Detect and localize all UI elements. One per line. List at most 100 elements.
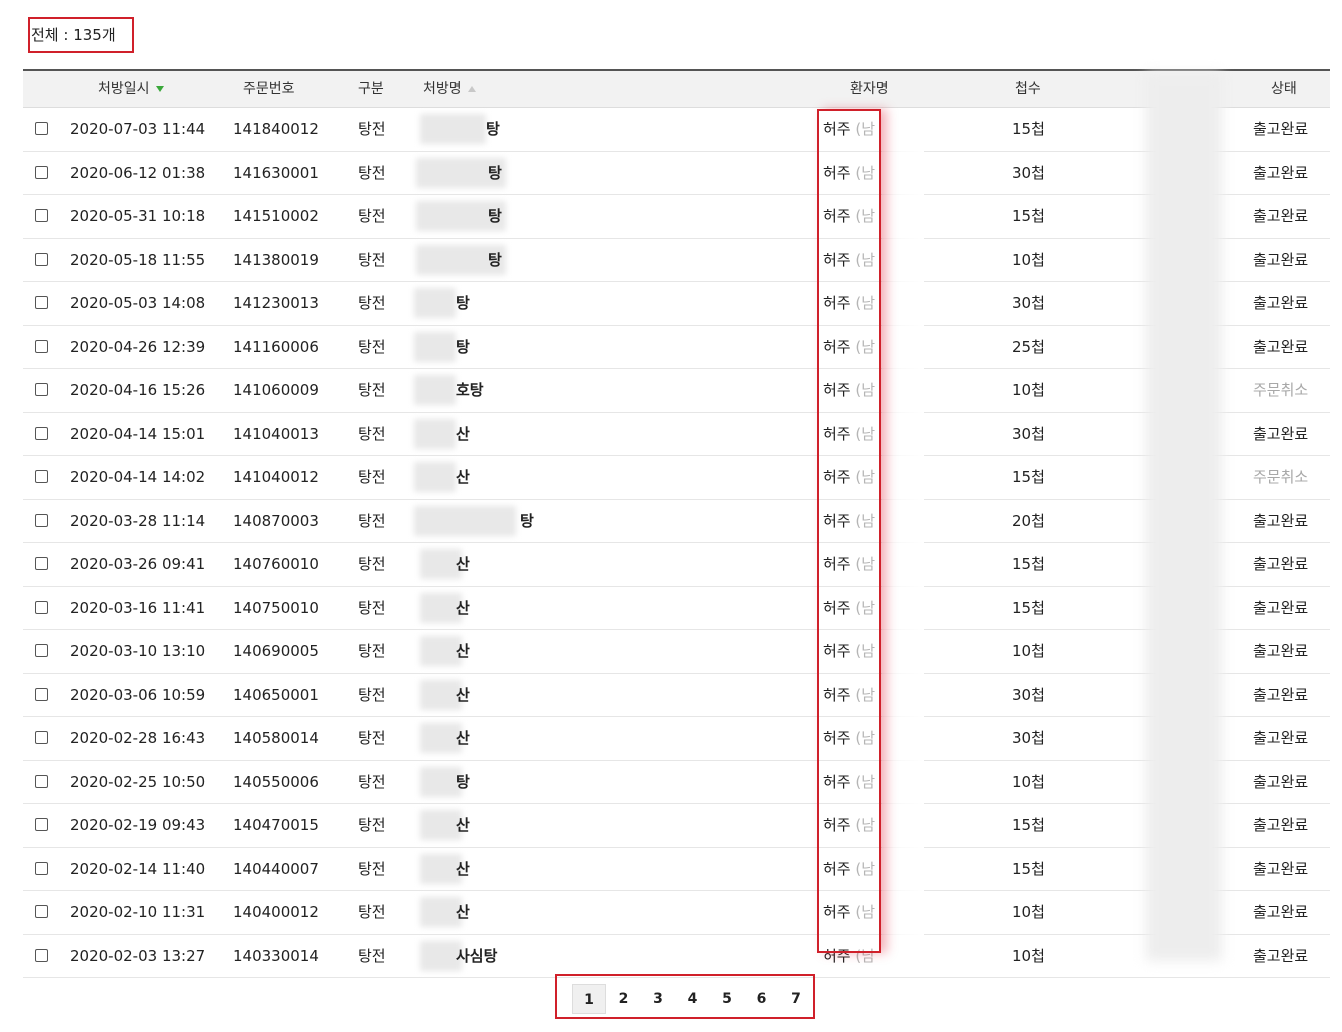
- redacted-column: [1146, 73, 1222, 961]
- row-prescription[interactable]: 산: [456, 456, 470, 498]
- table-row[interactable]: 2020-04-26 12:39 141160006 탕전 탕 허주 (남 25첩 출고완료: [23, 326, 1330, 369]
- table-row[interactable]: 2020-03-10 13:10 140690005 탕전 산 허주 (남 10첩 출고완료: [23, 630, 1330, 674]
- row-prescription[interactable]: 탕: [486, 108, 500, 150]
- row-checkbox[interactable]: [35, 470, 48, 483]
- table-row[interactable]: 2020-02-10 11:31 140400012 탕전 산 허주 (남 10첩 출고완료: [23, 891, 1330, 935]
- row-prescription[interactable]: 호탕: [456, 369, 484, 411]
- header-date-sort[interactable]: 처방일시: [98, 71, 164, 107]
- row-checkbox[interactable]: [35, 774, 48, 788]
- row-prescription[interactable]: 산: [456, 848, 470, 890]
- row-type: 탕전: [358, 468, 386, 486]
- row-prescription[interactable]: 산: [456, 543, 470, 585]
- row-type: 탕전: [358, 685, 386, 704]
- row-prescription[interactable]: 산: [456, 674, 470, 716]
- row-checkbox[interactable]: [35, 165, 48, 179]
- row-checkbox[interactable]: [35, 861, 48, 875]
- table-row[interactable]: 2020-03-26 09:41 140760010 탕전 산 허주 (남 15첩 출고완료: [23, 543, 1330, 587]
- row-status: 주문취소: [1253, 381, 1309, 399]
- row-prescription[interactable]: 탕: [456, 761, 470, 803]
- row-prescription[interactable]: 탕: [488, 152, 502, 194]
- row-order-no: 140690005: [233, 642, 319, 660]
- row-prescription[interactable]: 산: [456, 891, 470, 933]
- row-checkbox[interactable]: [35, 948, 48, 962]
- row-checkbox[interactable]: [35, 383, 48, 396]
- row-chupsu: 20첩: [1012, 511, 1045, 530]
- table-row[interactable]: 2020-05-03 14:08 141230013 탕전 탕 허주 (남 30첩 출고완료: [23, 282, 1330, 326]
- row-prescription[interactable]: 산: [456, 413, 470, 455]
- row-checkbox[interactable]: [35, 513, 48, 527]
- row-prescription[interactable]: 산: [456, 630, 470, 672]
- table-row[interactable]: 2020-05-18 11:55 141380019 탕전 탕 허주 (남 10첩 출고완료: [23, 239, 1330, 282]
- row-prescription[interactable]: 산: [456, 717, 470, 759]
- page-5[interactable]: 5: [710, 984, 744, 1014]
- row-order-no: 140870003: [233, 511, 319, 530]
- row-type: 탕전: [358, 946, 386, 965]
- row-checkbox[interactable]: [35, 818, 48, 831]
- row-order-no: 140750010: [233, 598, 319, 617]
- table-row[interactable]: 2020-03-16 11:41 140750010 탕전 산 허주 (남 15첩 출고완료: [23, 587, 1330, 630]
- row-order-no: 141510002: [233, 207, 319, 225]
- table-row[interactable]: 2020-04-14 15:01 141040013 탕전 산 허주 (남 30첩 출고완료: [23, 413, 1330, 456]
- row-checkbox[interactable]: [35, 339, 48, 353]
- table-row[interactable]: 2020-03-28 11:14 140870003 탕전 탕 허주 (남 20첩 출고완료: [23, 500, 1330, 543]
- row-prescription[interactable]: 탕: [456, 326, 470, 368]
- redacted-prescription: [414, 331, 456, 362]
- table-row[interactable]: 2020-04-14 14:02 141040012 탕전 산 허주 (남 15첩 주문취소: [23, 456, 1330, 500]
- table-row[interactable]: 2020-04-16 15:26 141060009 탕전 호탕 허주 (남 10첩 주문취…: [23, 369, 1330, 413]
- table-row[interactable]: 2020-05-31 10:18 141510002 탕전 탕 허주 (남 15첩 출고완료: [23, 195, 1330, 239]
- row-date: 2020-02-10 11:31: [70, 903, 206, 921]
- table-row[interactable]: 2020-02-14 11:40 140440007 탕전 산 허주 (남 15첩 출고완료: [23, 848, 1330, 891]
- row-checkbox[interactable]: [35, 122, 48, 135]
- redacted-prescription: [414, 375, 456, 405]
- row-type: 탕전: [358, 772, 386, 791]
- row-checkbox[interactable]: [35, 296, 48, 309]
- row-status: 출고완료: [1253, 250, 1309, 269]
- row-status: 출고완료: [1253, 598, 1309, 617]
- row-prescription[interactable]: 탕: [488, 239, 502, 281]
- row-chupsu: 15첩: [1012, 468, 1045, 486]
- row-order-no: 140550006: [233, 772, 319, 791]
- table-row[interactable]: 2020-03-06 10:59 140650001 탕전 산 허주 (남 30첩 출고완료: [23, 674, 1330, 717]
- row-chupsu: 25첩: [1012, 337, 1045, 356]
- row-status: 출고완료: [1253, 424, 1309, 443]
- row-prescription[interactable]: 산: [456, 587, 470, 629]
- row-chupsu: 10첩: [1012, 250, 1045, 269]
- table-row[interactable]: 2020-02-19 09:43 140470015 탕전 산 허주 (남 15첩 출고완료: [23, 804, 1330, 848]
- row-prescription[interactable]: 산: [456, 804, 470, 846]
- row-prescription[interactable]: 사심탕: [456, 935, 497, 977]
- row-prescription[interactable]: 탕: [520, 500, 534, 542]
- table-row[interactable]: 2020-02-25 10:50 140550006 탕전 탕 허주 (남 10첩 출고완료: [23, 761, 1330, 804]
- row-date: 2020-03-26 09:41: [70, 555, 206, 573]
- row-date: 2020-04-14 14:02: [70, 468, 206, 486]
- page-4[interactable]: 4: [676, 984, 710, 1014]
- row-checkbox[interactable]: [35, 252, 48, 266]
- table-row[interactable]: 2020-07-03 11:44 141840012 탕전 탕 허주 (남 15첩 출고완료: [23, 108, 1330, 152]
- row-checkbox[interactable]: [35, 731, 48, 744]
- table-row[interactable]: 2020-06-12 01:38 141630001 탕전 탕 허주 (남 30첩 출고완료: [23, 152, 1330, 195]
- row-date: 2020-04-14 15:01: [70, 424, 206, 443]
- page-6[interactable]: 6: [745, 984, 779, 1014]
- table-row[interactable]: 2020-02-03 13:27 140330014 탕전 사심탕 허주 (남 10첩 출고…: [23, 935, 1330, 978]
- row-prescription[interactable]: 탕: [456, 282, 470, 324]
- row-checkbox[interactable]: [35, 644, 48, 657]
- table-row[interactable]: 2020-02-28 16:43 140580014 탕전 산 허주 (남 30첩 출고완료: [23, 717, 1330, 761]
- row-checkbox[interactable]: [35, 687, 48, 701]
- row-date: 2020-05-31 10:18: [70, 207, 206, 225]
- row-checkbox[interactable]: [35, 557, 48, 570]
- page-7[interactable]: 7: [779, 984, 813, 1014]
- header-prescription-sort[interactable]: 처방명: [423, 71, 476, 107]
- redacted-prescription: [414, 462, 456, 492]
- row-checkbox[interactable]: [35, 426, 48, 440]
- header-order-no: 주문번호: [243, 81, 295, 97]
- row-status: 출고완료: [1253, 163, 1309, 182]
- row-checkbox[interactable]: [35, 905, 48, 918]
- page-2[interactable]: 2: [607, 984, 641, 1014]
- page-1[interactable]: 1: [572, 984, 606, 1014]
- row-prescription[interactable]: 탕: [488, 195, 502, 237]
- row-checkbox[interactable]: [35, 600, 48, 614]
- row-checkbox[interactable]: [35, 209, 48, 222]
- row-order-no: 141380019: [233, 250, 319, 269]
- row-order-no: 140400012: [233, 903, 319, 921]
- row-date: 2020-04-26 12:39: [70, 337, 206, 356]
- page-3[interactable]: 3: [641, 984, 675, 1014]
